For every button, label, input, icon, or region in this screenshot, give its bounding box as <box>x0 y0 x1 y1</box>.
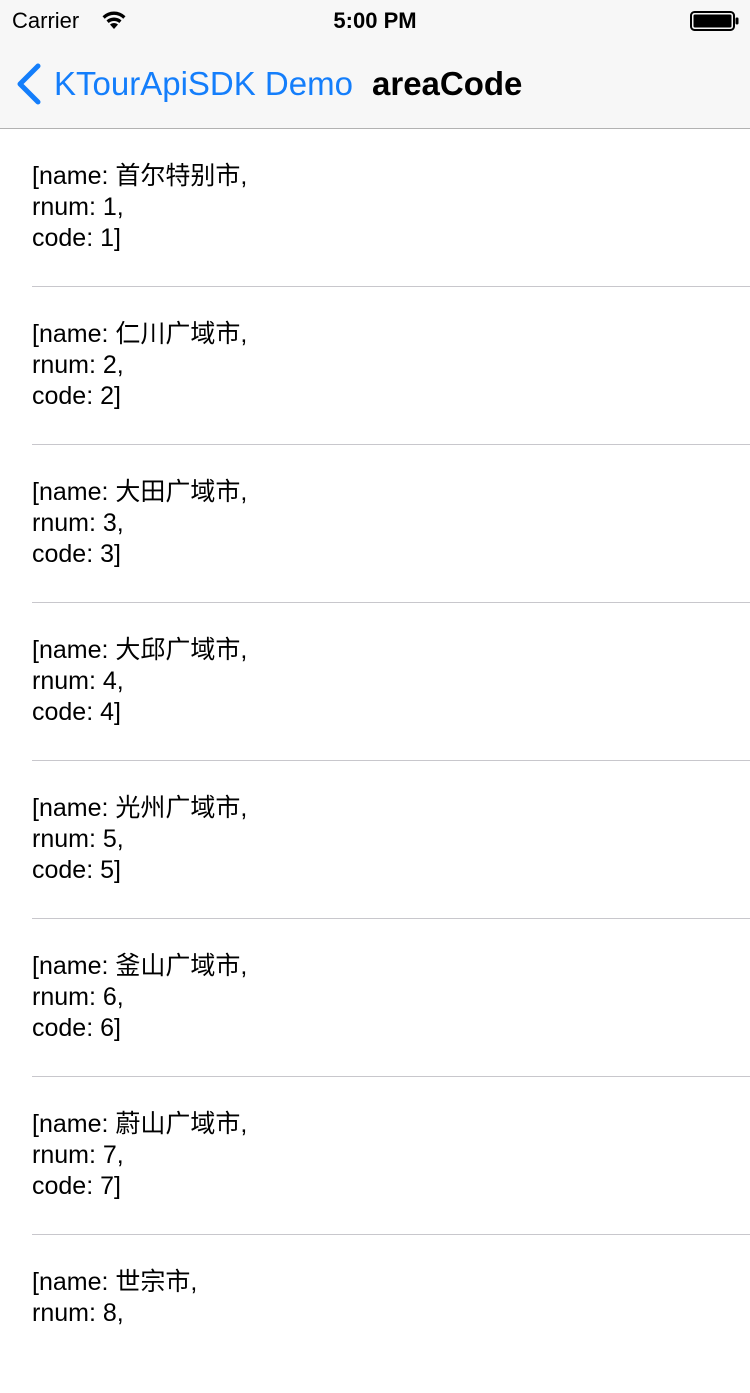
list-item-name: [name: 釜山广域市, <box>32 952 248 980</box>
list-item-name: [name: 首尔特别市, <box>32 162 248 190</box>
list-item-code: code: 6] <box>32 1014 121 1042</box>
list-item-rnum: rnum: 6, <box>32 983 124 1011</box>
back-button[interactable]: KTourApiSDK Demo <box>14 62 353 106</box>
list-item-name: [name: 大田广域市, <box>32 478 248 506</box>
list-item-code: code: 4] <box>32 698 121 726</box>
list-item-code: code: 5] <box>32 856 121 884</box>
list-item[interactable]: [name: 仁川广域市, rnum: 2, code: 2] <box>0 287 750 445</box>
list-item-text: [name: 光州广域市, rnum: 5, code: 5] <box>32 793 247 886</box>
list-item-name: [name: 仁川广域市, <box>32 320 248 348</box>
list-item-code: code: 1] <box>32 224 121 252</box>
list-item-text: [name: 釜山广域市, rnum: 6, code: 6] <box>32 951 247 1044</box>
list-item-code: code: 3] <box>32 540 121 568</box>
list-item-rnum: rnum: 7, <box>32 1141 124 1169</box>
list-item-text: [name: 仁川广域市, rnum: 2, code: 2] <box>32 319 247 412</box>
list-item-text: [name: 大田广域市, rnum: 3, code: 3] <box>32 477 247 570</box>
list-item-code: code: 2] <box>32 382 121 410</box>
list-item-rnum: rnum: 1, <box>32 193 124 221</box>
area-code-list: [name: 首尔特别市, rnum: 1, code: 1] [name: 仁… <box>0 129 750 1393</box>
list-item-text: [name: 世宗市, rnum: 8, <box>32 1267 197 1329</box>
list-item-rnum: rnum: 2, <box>32 351 124 379</box>
list-item-text: [name: 首尔特别市, rnum: 1, code: 1] <box>32 161 247 254</box>
status-time: 5:00 PM <box>333 8 417 33</box>
list-item-name: [name: 大邱广域市, <box>32 636 248 664</box>
list-item-code: code: 7] <box>32 1172 121 1200</box>
chevron-left-icon <box>14 62 42 106</box>
list-item-rnum: rnum: 5, <box>32 825 124 853</box>
list-item-text: [name: 蔚山广域市, rnum: 7, code: 7] <box>32 1109 247 1202</box>
list-item[interactable]: [name: 光州广域市, rnum: 5, code: 5] <box>0 761 750 919</box>
list-item-rnum: rnum: 3, <box>32 509 124 537</box>
list-item-name: [name: 光州广域市, <box>32 794 248 822</box>
navigation-bar: KTourApiSDK Demo areaCode <box>0 40 750 129</box>
list-item-name: [name: 蔚山广域市, <box>32 1110 248 1138</box>
battery-icon <box>690 11 740 31</box>
list-item[interactable]: [name: 蔚山广域市, rnum: 7, code: 7] <box>0 1077 750 1235</box>
list-item-rnum: rnum: 4, <box>32 667 124 695</box>
list-item-name: [name: 世宗市, <box>32 1268 198 1296</box>
list-item-rnum: rnum: 8, <box>32 1299 124 1327</box>
list-item[interactable]: [name: 首尔特别市, rnum: 1, code: 1] <box>0 129 750 287</box>
status-bar: Carrier 5:00 PM <box>0 0 750 40</box>
list-item-text: [name: 大邱广域市, rnum: 4, code: 4] <box>32 635 247 728</box>
list-item[interactable]: [name: 世宗市, rnum: 8, <box>0 1235 750 1393</box>
list-item[interactable]: [name: 大邱广域市, rnum: 4, code: 4] <box>0 603 750 761</box>
list-item[interactable]: [name: 釜山广域市, rnum: 6, code: 6] <box>0 919 750 1077</box>
back-button-label: KTourApiSDK Demo <box>54 65 353 102</box>
page-title: areaCode <box>372 65 523 102</box>
list-item[interactable]: [name: 大田广域市, rnum: 3, code: 3] <box>0 445 750 603</box>
